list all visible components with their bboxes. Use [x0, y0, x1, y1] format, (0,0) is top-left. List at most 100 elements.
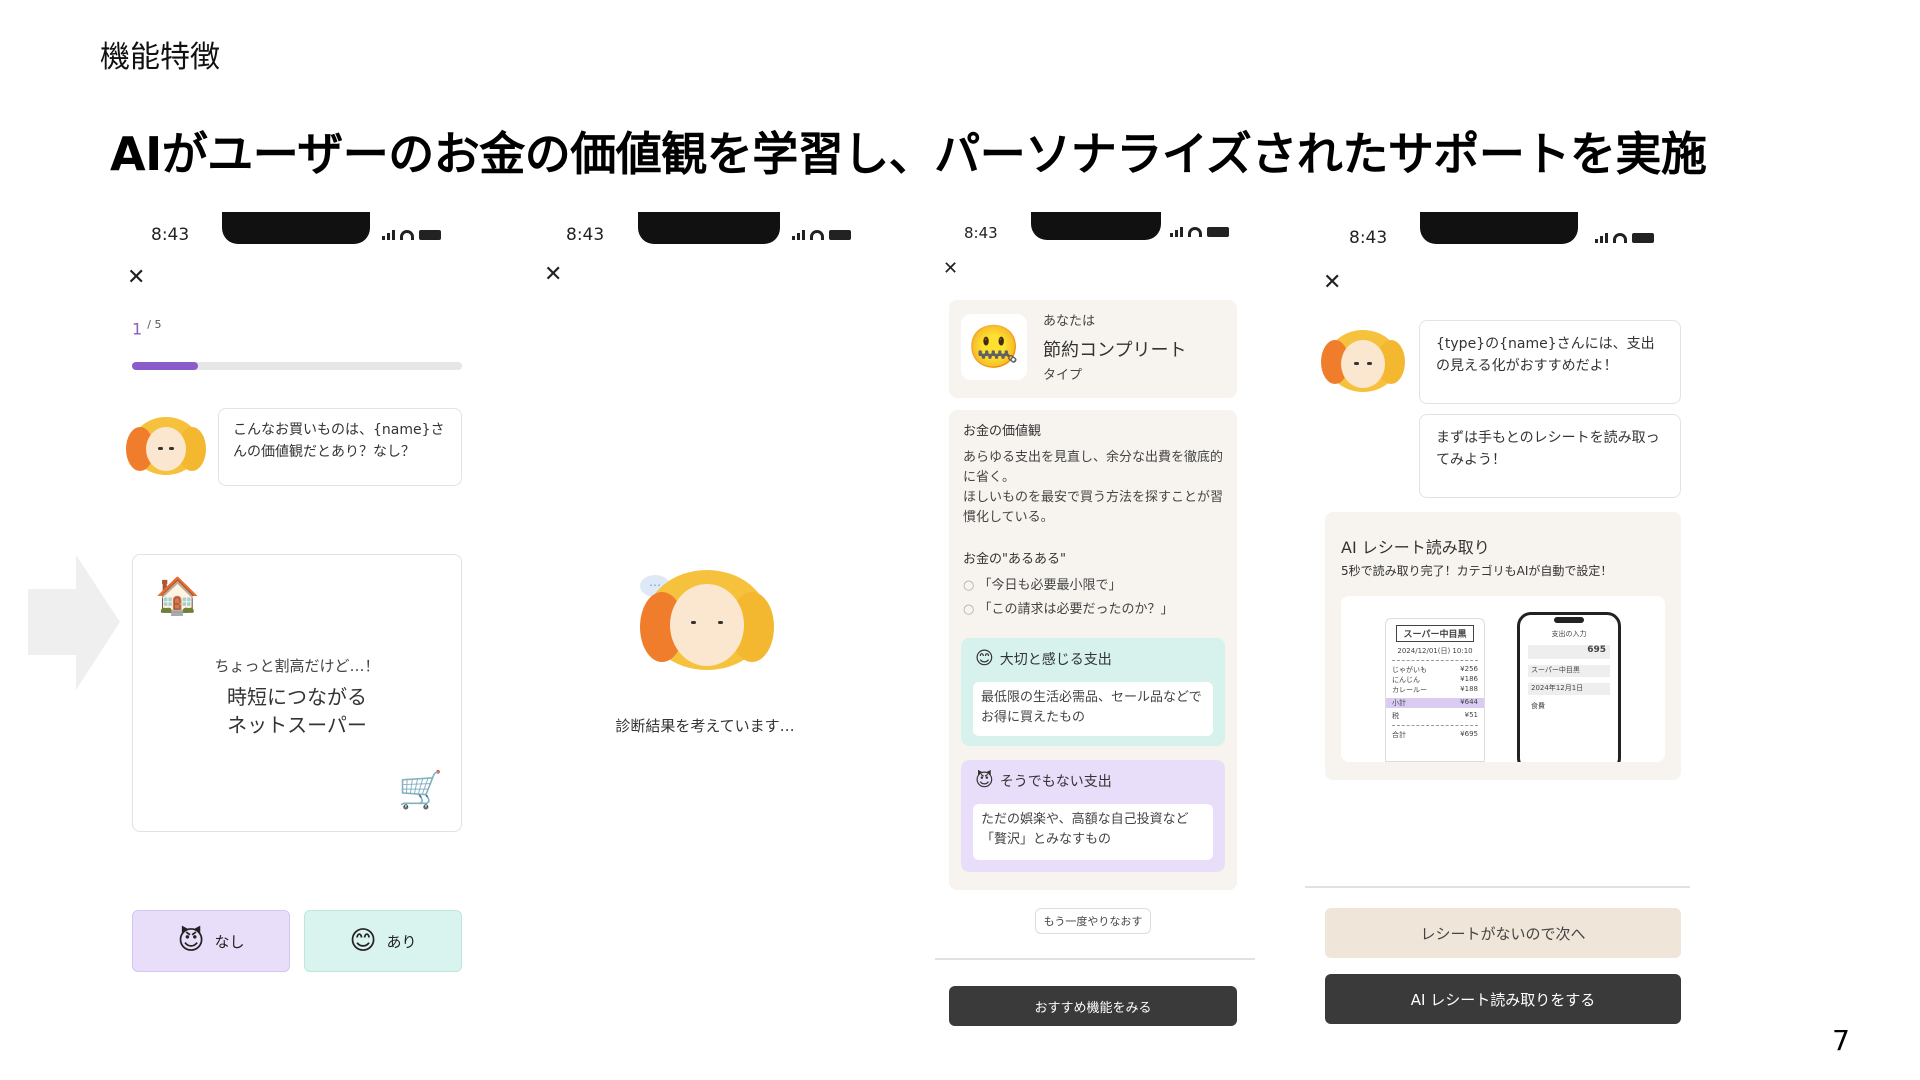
aruaru-title: お金の"あるある" [963, 552, 1066, 567]
progress-fill [132, 362, 198, 370]
important-spending-header: 😊 大切と感じる支出 [975, 648, 1112, 669]
page-number: 7 [1832, 1024, 1850, 1057]
receipt-item-name: じゃがいも [1392, 666, 1427, 674]
phone-title: 支出の入力 [1551, 630, 1587, 638]
zipper-mouth-icon: 🤐 [961, 314, 1027, 380]
phone-notch [222, 212, 370, 244]
dog-mascot [1321, 330, 1405, 392]
dog-mascot-thinking [640, 570, 774, 670]
important-spending-body: 最低限の生活必需品、セール品などでお得に買えたもの [973, 682, 1213, 736]
mascot-speech-bubble-2: まずは手もとのレシートを読み取ってみよう！ [1419, 414, 1681, 498]
skip-button[interactable]: レシートがないので次へ [1325, 908, 1681, 958]
phone-mockup-notch [1554, 617, 1584, 623]
type-prefix: あなたは [1043, 314, 1096, 329]
receipt-subtotal-row: 小計 ¥644 [1386, 698, 1484, 708]
card-subtitle: ちょっと割高だけど…！ [214, 657, 380, 675]
receipt-store: スーパー中目黒 [1396, 625, 1474, 642]
devil-icon: 😈 [177, 926, 205, 956]
receipt-item-row: じゃがいも ¥256 [1392, 665, 1478, 675]
not-important-spending-header: 😈 そうでもない支出 [975, 770, 1112, 791]
important-spending-title: 大切と感じる支出 [999, 651, 1112, 668]
footer-divider [1305, 886, 1690, 888]
feature-description: 5秒で読み取り完了！カテゴリもAIが自動で設定！ [1341, 564, 1613, 578]
screen-quiz: 8:43 ✕ 1 / 5 こんなお買いものは、{name}さんの価値観だとあり？… [120, 210, 480, 1040]
phone-date: 2024年12月1日 [1528, 683, 1610, 695]
values-body-2: ほしいものを最安で買う方法を探すことが習慣化している。 [963, 490, 1224, 526]
receipt-item-row: にんじん ¥186 [1392, 675, 1478, 685]
status-time: 8:43 [964, 224, 998, 242]
values-body-1: あらゆる支出を見直し、余分な出費を徹底的に省く。 [963, 450, 1224, 486]
screen-recommendation: 8:43 ✕ {type}の{name}さんには、支出の見える化がおすすめだよ！… [1305, 210, 1695, 1040]
recommended-feature-button[interactable]: おすすめ機能をみる [949, 986, 1237, 1026]
aruaru-item-1: ○ 「今日も必要最小限で」 [963, 576, 1122, 596]
type-result-card: 🤐 あなたは 節約コンプリート タイプ [949, 300, 1237, 398]
close-icon[interactable]: ✕ [544, 262, 562, 287]
status-time: 8:43 [566, 225, 605, 245]
type-name: 節約コンプリート [1043, 340, 1187, 361]
chat-icon: ○ [963, 602, 975, 617]
type-suffix: タイプ [1043, 368, 1083, 383]
no-label: なし [214, 932, 245, 951]
receipt-image: スーパー中目黒 2024/12/01(日) 10:10 じゃがいも ¥256 にんじ… [1385, 618, 1485, 762]
not-important-spending-card: 😈 そうでもない支出 ただの娯楽や、高額な自己投資など「贅沢」とみなすもの [961, 760, 1225, 872]
yes-button[interactable]: 😊 あり [304, 910, 462, 972]
signal-icon [1595, 233, 1608, 243]
close-icon[interactable]: ✕ [1323, 270, 1341, 295]
card-title: 時短につながる ネットスーパー [133, 683, 461, 739]
house-icon: 🏠 [155, 576, 200, 617]
wifi-icon [810, 230, 824, 240]
progress-current: 1 [132, 319, 143, 339]
receipt-scan-button[interactable]: AI レシート読み取りをする [1325, 974, 1681, 1024]
aruaru-item-2: ○ 「この請求は必要だったのか？」 [963, 600, 1174, 620]
footer-divider [935, 958, 1255, 960]
battery-icon [419, 230, 441, 240]
status-icons [1170, 227, 1229, 237]
signal-icon [382, 230, 395, 240]
question-card[interactable]: 🏠 ちょっと割高だけど…！ 時短につながる ネットスーパー 🛒 [132, 554, 462, 832]
signal-icon [1170, 227, 1183, 237]
progress-bar [132, 362, 462, 370]
progress-total: / 5 [147, 318, 162, 331]
phone-notch [1420, 212, 1578, 244]
close-icon[interactable]: ✕ [943, 258, 958, 279]
receipt-date: 2024/12/01(日) 10:10 [1397, 647, 1473, 655]
battery-icon [1207, 227, 1229, 237]
retry-button[interactable]: もう一度やりなおす [1035, 908, 1151, 934]
receipt-items: じゃがいも ¥256 にんじん ¥186 カレールー ¥188 [1392, 665, 1478, 695]
receipt-tax-row: 税 ¥51 [1392, 711, 1478, 720]
close-icon[interactable]: ✕ [127, 265, 145, 290]
status-icons [1595, 233, 1654, 243]
cart-icon: 🛒 [398, 770, 443, 811]
smile-icon: 😊 [975, 648, 994, 669]
important-spending-card: 😊 大切と感じる支出 最低限の生活必需品、セール品などでお得に買えたもの [961, 638, 1225, 746]
wifi-icon [1188, 227, 1202, 237]
arrow-right-icon [28, 555, 120, 690]
phone-notch [1031, 212, 1161, 240]
dog-mascot [126, 417, 206, 475]
status-time: 8:43 [1349, 228, 1388, 248]
mascot-speech-bubble-1: {type}の{name}さんには、支出の見える化がおすすめだよ！ [1419, 320, 1681, 404]
slide-headline: AIがユーザーのお金の価値観を学習し、パーソナライズされたサポートを実施 [110, 127, 1707, 181]
smile-icon: 😊 [349, 926, 377, 956]
phone-amount: 695 [1528, 645, 1610, 659]
yes-label: あり [386, 932, 417, 951]
receipt-item-price: ¥188 [1460, 685, 1478, 693]
receipt-total-row: 合計 ¥695 [1392, 730, 1478, 739]
slide-label: 機能特徴 [100, 40, 220, 75]
receipt-item-name: カレールー [1392, 686, 1427, 694]
wifi-icon [1613, 233, 1627, 243]
battery-icon [1632, 233, 1654, 243]
feature-illustration: スーパー中目黒 2024/12/01(日) 10:10 じゃがいも ¥256 にんじ… [1341, 596, 1665, 762]
no-button[interactable]: 😈 なし [132, 910, 290, 972]
not-important-spending-title: そうでもない支出 [999, 773, 1112, 790]
battery-icon [829, 230, 851, 240]
feature-title: AI レシート読み取り [1341, 538, 1490, 557]
progress-counter: 1 / 5 [132, 318, 161, 338]
chat-icon: ○ [963, 578, 975, 593]
phone-notch [638, 212, 780, 244]
loading-text: 診断結果を考えています… [615, 717, 795, 735]
card-title-line-2: ネットスーパー [227, 713, 367, 737]
phone-mockup: 支出の入力 695 スーパー中目黒 2024年12月1日 食費 [1517, 612, 1621, 762]
phone-store: スーパー中目黒 [1528, 665, 1610, 677]
receipt-item-row: カレールー ¥188 [1392, 685, 1478, 695]
